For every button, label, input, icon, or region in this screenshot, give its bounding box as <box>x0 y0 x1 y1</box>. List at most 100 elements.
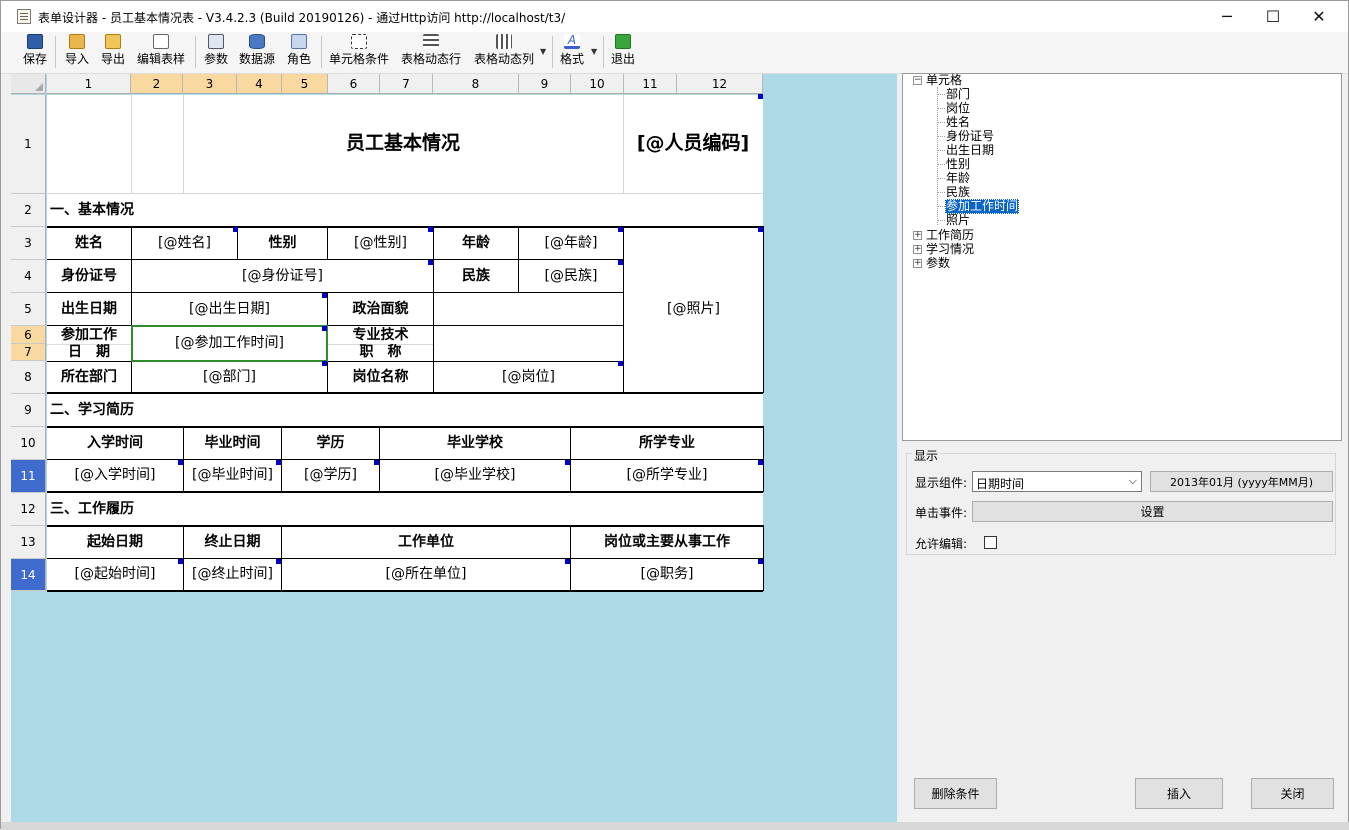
row-header-6[interactable]: 6 <box>11 326 46 344</box>
col-header-11[interactable]: 11 <box>624 74 677 94</box>
cell-unit-value[interactable]: [@所在单位] <box>282 559 570 590</box>
collapse-icon[interactable]: − <box>913 76 922 85</box>
cell-age-label[interactable]: 年龄 <box>434 227 518 259</box>
cell-major-value[interactable]: [@所学专业] <box>571 460 763 491</box>
field-tree[interactable]: − 单元格 部门 岗位 姓名 身份证号 出生日期 性别 年龄 民族 参加工作时间… <box>902 73 1342 441</box>
tree-node-params[interactable]: 参数 <box>926 257 950 270</box>
row-header-11[interactable]: 11 <box>11 460 46 493</box>
format-dropdown-icon[interactable]: ▼ <box>591 47 597 56</box>
dynamic-cols-button[interactable]: 表格动态列 <box>472 34 536 70</box>
row-header-10[interactable]: 10 <box>11 427 46 460</box>
cell-id-value[interactable]: [@身份证号] <box>132 260 433 292</box>
col-header-6[interactable]: 6 <box>328 74 380 94</box>
col-header-3[interactable]: 3 <box>183 74 237 94</box>
tree-node-name[interactable]: 姓名 <box>946 116 970 129</box>
col-header-10[interactable]: 10 <box>571 74 624 94</box>
exit-button[interactable]: 退出 <box>609 34 637 70</box>
cell-enroll-value[interactable]: [@入学时间] <box>47 460 183 491</box>
row-header-4[interactable]: 4 <box>11 260 46 293</box>
delete-condition-button[interactable]: 删除条件 <box>914 778 997 809</box>
sheet-grid[interactable]: 1 2 3 4 5 6 7 8 9 10 11 12 1 2 3 4 5 6 7… <box>11 74 897 822</box>
cell-birth-value[interactable]: [@出生日期] <box>132 293 327 325</box>
export-button[interactable]: 导出 <box>98 34 128 70</box>
datasource-button[interactable]: 数据源 <box>237 34 277 70</box>
edit-style-button[interactable]: 编辑表样 <box>135 34 187 70</box>
row-header-2[interactable]: 2 <box>11 194 46 227</box>
cell-ethnic-label[interactable]: 民族 <box>434 260 518 292</box>
col-header-7[interactable]: 7 <box>380 74 433 94</box>
close-button[interactable]: 关闭 <box>1251 778 1334 809</box>
dynamic-rows-button[interactable]: 表格动态行 <box>399 34 463 70</box>
col-header-12[interactable]: 12 <box>677 74 763 94</box>
expand-icon[interactable]: + <box>913 259 922 268</box>
tree-node-workdate[interactable]: 参加工作时间 <box>945 199 1020 214</box>
col-header-2[interactable]: 2 <box>131 74 183 94</box>
import-button[interactable]: 导入 <box>62 34 92 70</box>
cell-political-label[interactable]: 政治面貌 <box>328 293 433 325</box>
insert-button[interactable]: 插入 <box>1135 778 1223 809</box>
cell-job-label[interactable]: 岗位或主要从事工作 <box>571 527 763 558</box>
cell-workdate-label-1[interactable]: 参加工作 <box>47 327 131 344</box>
save-button[interactable]: 保存 <box>20 34 50 70</box>
tree-node-idcard[interactable]: 身份证号 <box>946 130 994 143</box>
tree-node-age[interactable]: 年龄 <box>946 172 970 185</box>
format-value-button[interactable]: 2013年01月 (yyyy年MM月) <box>1150 471 1333 492</box>
tree-node-post[interactable]: 岗位 <box>946 102 970 115</box>
cell-major-label[interactable]: 所学专业 <box>571 428 763 459</box>
cell-edu-value[interactable]: [@学历] <box>282 460 379 491</box>
tree-node-gender[interactable]: 性别 <box>946 158 970 171</box>
cell-section-basic[interactable]: 一、基本情况 <box>47 194 447 226</box>
click-event-button[interactable]: 设置 <box>972 501 1333 522</box>
cell-dept-value[interactable]: [@部门] <box>132 362 327 392</box>
cell-job-value[interactable]: [@职务] <box>571 559 763 590</box>
cell-start-value[interactable]: [@起始时间] <box>47 559 183 590</box>
minimize-button[interactable]: ─ <box>1204 1 1250 32</box>
cell-ethnic-value[interactable]: [@民族] <box>519 260 623 292</box>
tree-node-photo[interactable]: 照片 <box>946 214 970 227</box>
cell-post-label[interactable]: 岗位名称 <box>328 362 433 392</box>
expand-icon[interactable]: + <box>913 231 922 240</box>
row-header-3[interactable]: 3 <box>11 227 46 260</box>
dynamic-cols-dropdown-icon[interactable]: ▼ <box>540 47 546 56</box>
cell-birth-label[interactable]: 出生日期 <box>47 293 131 325</box>
close-window-button[interactable]: ✕ <box>1296 1 1342 32</box>
col-header-8[interactable]: 8 <box>433 74 519 94</box>
cell-photo-value[interactable]: [@照片] <box>624 227 763 392</box>
col-header-4[interactable]: 4 <box>237 74 282 94</box>
tree-node-ethnic[interactable]: 民族 <box>946 186 970 199</box>
cell-political-value[interactable] <box>434 293 623 325</box>
cell-title-value[interactable] <box>434 326 623 361</box>
col-header-1[interactable]: 1 <box>47 74 131 94</box>
cell-title-label-1[interactable]: 专业技术 <box>328 327 433 344</box>
cell-grad-value[interactable]: [@毕业时间] <box>184 460 281 491</box>
tree-node-dept[interactable]: 部门 <box>946 88 970 101</box>
roles-button[interactable]: 角色 <box>285 34 313 70</box>
cell-section-study[interactable]: 二、学习简历 <box>47 394 447 426</box>
tree-node-birth[interactable]: 出生日期 <box>946 144 994 157</box>
cell-unit-label[interactable]: 工作单位 <box>282 527 570 558</box>
row-header-12[interactable]: 12 <box>11 493 46 526</box>
format-button[interactable]: A 格式 <box>558 34 586 70</box>
cell-person-code[interactable]: [@人员编码] <box>623 95 763 193</box>
cell-post-value[interactable]: [@岗位] <box>434 362 623 392</box>
row-header-9[interactable]: 9 <box>11 394 46 427</box>
select-all-corner[interactable] <box>11 74 46 94</box>
cell-condition-button[interactable]: 单元格条件 <box>328 34 390 70</box>
cell-title-label-2[interactable]: 职 称 <box>328 344 433 361</box>
row-header-8[interactable]: 8 <box>11 361 46 394</box>
tree-node-cells[interactable]: 单元格 <box>926 74 962 87</box>
cell-dept-label[interactable]: 所在部门 <box>47 362 131 392</box>
tree-node-work-history[interactable]: 工作简历 <box>926 229 974 242</box>
cell-name-label[interactable]: 姓名 <box>47 227 131 259</box>
row-header-14[interactable]: 14 <box>11 559 46 591</box>
cell-age-value[interactable]: [@年龄] <box>519 227 623 259</box>
cell-id-label[interactable]: 身份证号 <box>47 260 131 292</box>
row-header-7[interactable]: 7 <box>11 344 46 361</box>
cell-workdate-label-2[interactable]: 日 期 <box>47 344 131 361</box>
cell-gender-label[interactable]: 性别 <box>238 227 327 259</box>
cell-school-label[interactable]: 毕业学校 <box>380 428 570 459</box>
cell-school-value[interactable]: [@毕业学校] <box>380 460 570 491</box>
cell-end-value[interactable]: [@终止时间] <box>184 559 281 590</box>
col-header-5[interactable]: 5 <box>282 74 328 94</box>
cell-section-work[interactable]: 三、工作履历 <box>47 493 447 525</box>
